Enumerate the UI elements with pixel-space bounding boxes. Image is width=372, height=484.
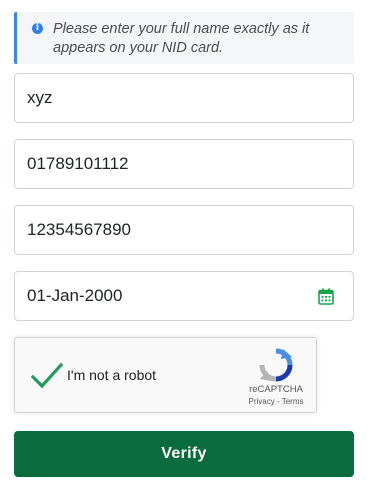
recaptcha-links-separator: - — [274, 397, 282, 406]
calendar-icon[interactable] — [318, 288, 334, 305]
verify-button[interactable]: Verify — [14, 431, 354, 477]
nid-number-input[interactable] — [15, 206, 353, 254]
nid-name-notice: i Please enter your full name exactly as… — [14, 12, 354, 64]
info-icon: i — [32, 23, 43, 34]
recaptcha-label: I'm not a robot — [67, 367, 157, 383]
recaptcha-logo-icon — [259, 348, 293, 382]
full-name-input[interactable] — [15, 74, 353, 122]
recaptcha-brand: reCAPTCHA — [249, 384, 303, 395]
recaptcha-terms-link[interactable]: Terms — [282, 397, 304, 406]
date-of-birth-field-wrapper — [14, 271, 354, 321]
recaptcha-links: Privacy - Terms — [237, 397, 315, 406]
notice-text: Please enter your full name exactly as i… — [53, 21, 310, 56]
recaptcha-checkmark-icon[interactable] — [31, 362, 63, 390]
recaptcha-widget: I'm not a robot reCAPTCHA Privacy - Term… — [14, 337, 317, 413]
phone-number-input[interactable] — [15, 140, 353, 188]
recaptcha-privacy-link[interactable]: Privacy — [249, 397, 275, 406]
phone-field-wrapper — [14, 139, 354, 189]
full-name-field-wrapper — [14, 73, 354, 123]
nid-field-wrapper — [14, 205, 354, 255]
date-of-birth-input[interactable] — [15, 272, 353, 320]
